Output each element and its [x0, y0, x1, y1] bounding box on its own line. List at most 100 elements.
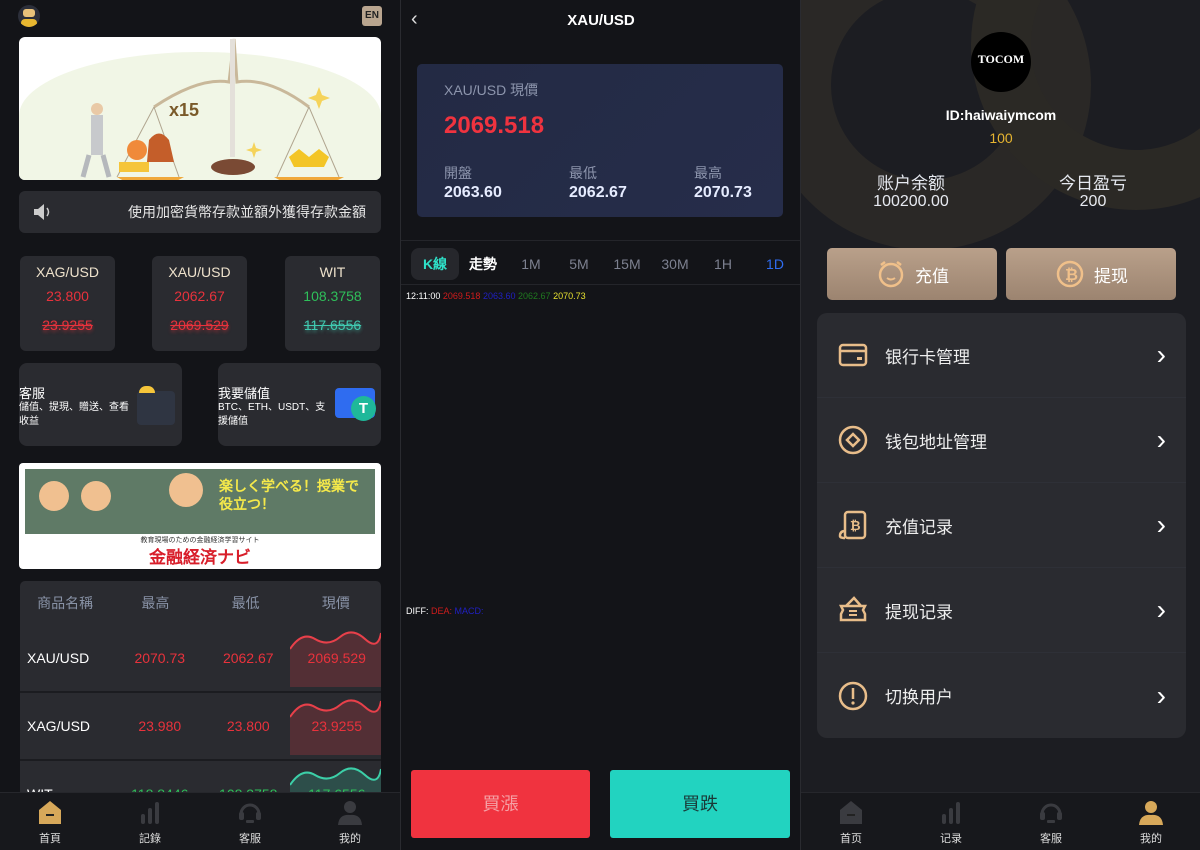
tether-icon: T: [351, 396, 376, 421]
svg-text:₿: ₿: [1065, 265, 1078, 284]
notice-bar[interactable]: 使用加密貨幣存款並額外獲得存款金額: [19, 191, 381, 233]
legend-macd: MACD:: [454, 606, 484, 616]
col-price: 現價: [321, 595, 350, 611]
account-menu: 银行卡管理 › 钱包地址管理 › ₿ 充值记录 › 提现记录 › 切换用户 ›: [817, 313, 1186, 738]
user-level: 100: [989, 130, 1013, 146]
macd-legend: DIFF: DEA: MACD:: [406, 606, 484, 616]
chevron-right-icon: ›: [1156, 424, 1166, 455]
banner-multiplier: x15: [169, 100, 200, 120]
service-desc: 儲值、提現、贈送、查看收益: [19, 402, 129, 427]
bottom-nav: 首页 记录 客服 我的: [801, 792, 1200, 850]
cell-high: 23.980: [138, 718, 182, 734]
legend-dea: DEA:: [431, 606, 453, 616]
nav-label: 首頁: [39, 833, 61, 845]
table-row[interactable]: XAG/USD 23.980 23.800 23.9255: [20, 693, 381, 761]
balance-scale-illustration: [80, 38, 344, 180]
svg-text:₿: ₿: [850, 519, 861, 534]
menu-item-wallet-address[interactable]: 钱包地址管理 ›: [817, 398, 1186, 483]
language-button[interactable]: EN: [362, 6, 382, 26]
ticker-card[interactable]: XAU/USD 2062.67 2069.529: [152, 256, 247, 351]
banner-headline: 楽しく学べる！授業で役立つ！: [219, 478, 359, 512]
col-high: 最高: [141, 595, 170, 611]
nav-headset[interactable]: 客服: [200, 793, 300, 850]
cell-high: 2070.73: [134, 650, 186, 666]
nav-label: 我的: [1140, 833, 1162, 845]
nav-home[interactable]: 首頁: [0, 793, 100, 850]
nav-label: 記錄: [139, 833, 161, 845]
cell-name: XAU/USD: [27, 650, 90, 666]
headset-icon: [239, 803, 261, 823]
cell-price: 2069.529: [307, 650, 366, 666]
promo-banner[interactable]: x15: [19, 37, 381, 180]
nav-home[interactable]: 首页: [801, 793, 901, 850]
ticker-name: XAU/USD: [168, 264, 231, 280]
nav-label: 我的: [339, 833, 361, 845]
menu-item-bank-card[interactable]: 银行卡管理 ›: [817, 313, 1186, 398]
home-icon: [840, 801, 862, 824]
alarm-clock-icon: [878, 261, 904, 288]
cell-name: XAG/USD: [27, 718, 91, 734]
pnl-label: 今日盈亏: [1059, 174, 1127, 193]
cell-low: 23.800: [226, 718, 270, 734]
ticker-prev-price: 117.6556: [303, 317, 362, 333]
candlestick-chart[interactable]: 2145.700002130.000002100.000002040.00000…: [401, 0, 800, 760]
chevron-right-icon: ›: [1156, 594, 1166, 625]
buy-down-button[interactable]: 買跌: [610, 770, 790, 838]
ticker-name: WIT: [319, 264, 346, 280]
nav-user[interactable]: 我的: [1101, 793, 1200, 850]
bank-card-icon: [838, 343, 868, 367]
headset-icon: [1040, 803, 1062, 823]
menu-item-withdraw-record[interactable]: 提现记录 ›: [817, 568, 1186, 653]
character-illustration: [169, 473, 203, 507]
ticker-card[interactable]: WIT 108.3758 117.6556: [285, 256, 380, 351]
logo-text: TOCOM: [977, 52, 1025, 66]
home-icon: [39, 801, 61, 824]
nav-label: 首页: [840, 833, 862, 845]
recharge-button[interactable]: 充值: [827, 248, 997, 300]
deposit-card[interactable]: 我要儲值 BTC、ETH、USDT、支援儲值 T: [218, 363, 381, 446]
table-row[interactable]: XAU/USD 2070.73 2062.67 2069.529: [20, 625, 381, 693]
bitcoin-refresh-icon: ₿: [1056, 260, 1084, 288]
home-screen: EN x15 使用加密貨幣存款並額外獲得存款金額 XAG/USD 23.800: [0, 0, 400, 850]
ticker-price: 108.3758: [303, 288, 362, 304]
menu-item-bitcoin-receipt[interactable]: ₿ 充值记录 ›: [817, 483, 1186, 568]
menu-label: 钱包地址管理: [885, 432, 987, 452]
legend-diff: DIFF:: [406, 606, 429, 616]
education-banner[interactable]: 楽しく学べる！授業で役立つ！ 教育現場のための金融経済学習サイト 金融経済ナビ: [19, 463, 381, 569]
deposit-desc: BTC、ETH、USDT、支援儲值: [218, 402, 326, 427]
balance-label: 账户余额: [877, 174, 945, 193]
bar-chart-icon: [942, 802, 960, 824]
nav-label: 客服: [239, 833, 261, 845]
avatar[interactable]: [18, 5, 40, 27]
user-icon: [1139, 801, 1163, 825]
nav-label: 记录: [940, 833, 962, 845]
ticker-card[interactable]: XAG/USD 23.800 23.9255: [20, 256, 115, 351]
withdraw-record-icon: [838, 596, 868, 622]
nav-bar-chart[interactable]: 记录: [901, 793, 1001, 850]
deposit-title: 我要儲值: [218, 386, 271, 401]
customer-service-card[interactable]: 客服 儲值、提現、贈送、查看收益: [19, 363, 182, 446]
menu-label: 切换用户: [885, 688, 953, 707]
nav-headset[interactable]: 客服: [1001, 793, 1101, 850]
menu-item-switch-user[interactable]: 切换用户 ›: [817, 653, 1186, 738]
table-header: 商品名稱 最高 最低 現價: [20, 581, 381, 625]
logo: TOCOM: [971, 32, 1031, 92]
profile-screen: TOCOM ID:haiwaiymcom 100 账户余额 100200.00 …: [800, 0, 1200, 850]
chevron-right-icon: ›: [1156, 509, 1166, 540]
withdraw-button[interactable]: ₿ 提现: [1006, 248, 1176, 300]
col-name: 商品名稱: [37, 595, 94, 611]
detail-screen: ‹ XAU/USD XAU/USD 現價 2069.518 開盤 2063.60…: [400, 0, 800, 850]
ticker-price: 23.800: [46, 288, 89, 304]
user-icon: [338, 801, 362, 825]
nav-bar-chart[interactable]: 記錄: [100, 793, 200, 850]
character-illustration: [39, 481, 69, 511]
buy-up-button[interactable]: 買漲: [411, 770, 590, 838]
notice-text: 使用加密貨幣存款並額外獲得存款金額: [128, 204, 366, 220]
user-id: ID:haiwaiymcom: [945, 107, 1057, 123]
nav-user[interactable]: 我的: [300, 793, 400, 850]
withdraw-label: 提现: [1094, 266, 1128, 286]
banner-brand: 金融経済ナビ: [149, 548, 251, 567]
character-illustration: [81, 481, 111, 511]
ticker-price: 2062.67: [174, 288, 225, 304]
chevron-right-icon: ›: [1156, 339, 1166, 370]
